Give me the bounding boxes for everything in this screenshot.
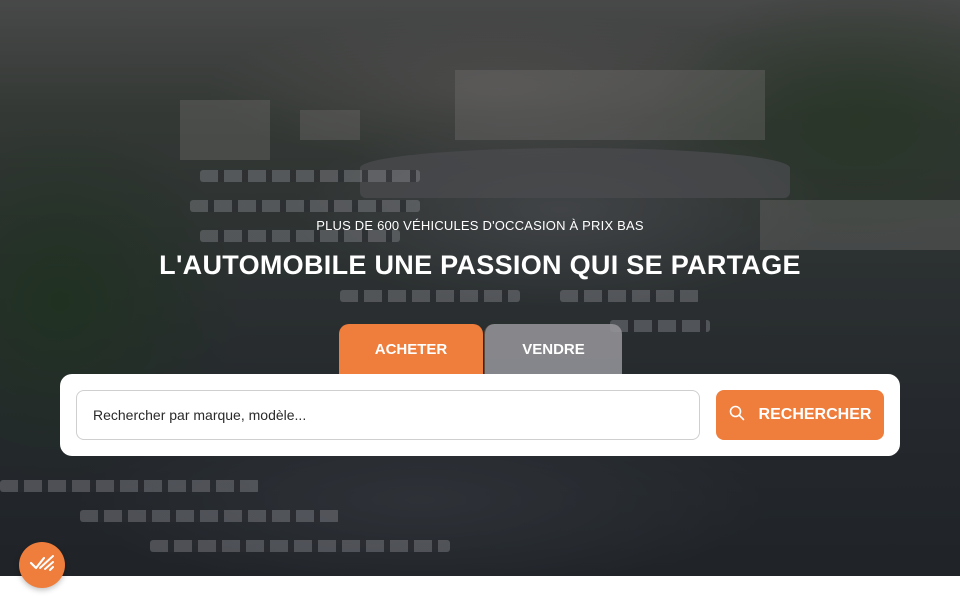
tab-vendre[interactable]: VENDRE [484, 324, 622, 374]
cookie-consent-icon [28, 552, 56, 579]
search-panel: RECHERCHER [60, 374, 900, 456]
cookie-consent-button[interactable] [19, 542, 65, 588]
search-button[interactable]: RECHERCHER [716, 390, 884, 440]
search-button-label: RECHERCHER [758, 406, 872, 423]
search-input[interactable] [76, 390, 700, 440]
hero-title: L'AUTOMOBILE UNE PASSION QUI SE PARTAGE [159, 250, 801, 280]
hero-content: PLUS DE 600 VÉHICULES D'OCCASION À PRIX … [0, 0, 960, 600]
search-icon [729, 405, 745, 426]
tab-acheter[interactable]: ACHETER [339, 324, 483, 374]
search-mode-tabs: ACHETER VENDRE [339, 324, 622, 374]
hero-subtitle: PLUS DE 600 VÉHICULES D'OCCASION À PRIX … [316, 218, 644, 233]
